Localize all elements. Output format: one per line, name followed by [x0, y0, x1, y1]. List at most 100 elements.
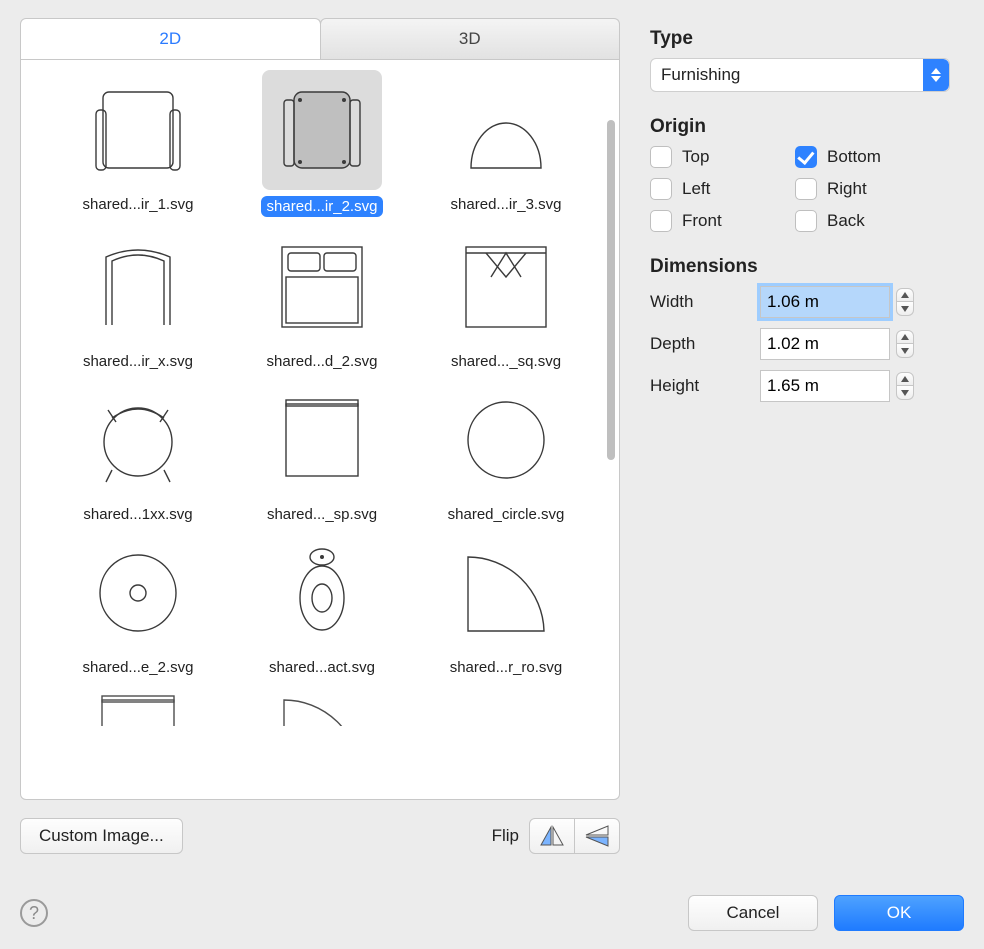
dimension-depth-label: Depth [650, 334, 760, 354]
ok-button[interactable]: OK [834, 895, 964, 931]
dimension-height-label: Height [650, 376, 760, 396]
origin-left-checkbox[interactable]: Left [650, 178, 775, 200]
origin-section: Origin Top Bottom Left Right Front Back [650, 116, 964, 232]
custom-image-label: Custom Image... [39, 826, 164, 845]
thumbnail [446, 70, 566, 190]
checkbox-icon [795, 178, 817, 200]
gallery-item[interactable]: shared...ir_3.svg [423, 70, 589, 217]
gallery-item-caption: shared...1xx.svg [83, 506, 192, 523]
gallery-item[interactable] [423, 686, 589, 726]
origin-bottom-label: Bottom [827, 147, 881, 167]
dimension-width-input[interactable] [760, 286, 890, 318]
dimension-depth-row: Depth [650, 328, 964, 360]
tab-content: shared...ir_1.svg shared...ir_2.svgshare… [20, 60, 620, 800]
thumbnail [262, 227, 382, 347]
origin-right-label: Right [827, 179, 867, 199]
origin-bottom-checkbox[interactable]: Bottom [795, 146, 920, 168]
checkbox-icon [650, 178, 672, 200]
thumbnail [262, 686, 382, 726]
right-column: Type Furnishing Origin Top Bottom Left Righ… [650, 18, 964, 877]
tab-3d-label: 3D [459, 29, 481, 48]
dimension-width-stepper[interactable] [896, 288, 914, 316]
gallery-item-caption: shared_circle.svg [448, 506, 565, 523]
dimension-height-row: Height [650, 370, 964, 402]
gallery-item[interactable]: shared..._sp.svg [239, 380, 405, 523]
flip-horizontal-button[interactable] [529, 818, 575, 854]
gallery-item[interactable]: shared...ir_1.svg [55, 70, 221, 217]
dimensions-label: Dimensions [650, 256, 964, 278]
dialog-root: 2D 3D shared...ir_1.svg shared...ir_2.sv… [0, 0, 984, 949]
footer: ? Cancel OK [20, 895, 964, 931]
gallery-item-caption: shared...d_2.svg [267, 353, 378, 370]
flip-label: Flip [492, 826, 519, 846]
stepper-down-icon [896, 344, 914, 358]
gallery-item[interactable]: shared_circle.svg [423, 380, 589, 523]
gallery-item[interactable]: shared...e_2.svg [55, 533, 221, 676]
gallery-item[interactable]: shared...ir_2.svg [239, 70, 405, 217]
gallery-item[interactable]: shared..._sq.svg [423, 227, 589, 370]
gallery-item-caption: shared...r_ro.svg [450, 659, 563, 676]
gallery-item-caption: shared...act.svg [269, 659, 375, 676]
thumbnail [78, 533, 198, 653]
type-label: Type [650, 28, 964, 50]
gallery-grid: shared...ir_1.svg shared...ir_2.svgshare… [55, 70, 585, 726]
dimension-depth-input[interactable] [760, 328, 890, 360]
stepper-down-icon [896, 302, 914, 316]
left-column: 2D 3D shared...ir_1.svg shared...ir_2.sv… [20, 18, 620, 877]
stepper-up-icon [896, 288, 914, 302]
scrollbar[interactable] [607, 120, 615, 460]
checkbox-icon [650, 146, 672, 168]
tab-bar: 2D 3D [20, 18, 620, 60]
dimension-height-stepper[interactable] [896, 372, 914, 400]
dimension-width-label: Width [650, 292, 760, 312]
custom-image-button[interactable]: Custom Image... [20, 818, 183, 854]
thumbnail [446, 533, 566, 653]
gallery-item[interactable] [55, 686, 221, 726]
gallery-item-caption: shared...ir_2.svg [261, 196, 384, 217]
thumbnail [262, 70, 382, 190]
gallery-item-caption: shared..._sp.svg [267, 506, 377, 523]
origin-back-checkbox[interactable]: Back [795, 210, 920, 232]
thumbnail [262, 533, 382, 653]
thumbnail [446, 686, 566, 726]
checkbox-icon [795, 146, 817, 168]
gallery-item[interactable]: shared...act.svg [239, 533, 405, 676]
gallery-item[interactable]: shared...r_ro.svg [423, 533, 589, 676]
origin-front-label: Front [682, 211, 722, 231]
dimension-width-row: Width [650, 286, 964, 318]
gallery-item[interactable]: shared...1xx.svg [55, 380, 221, 523]
thumbnail [446, 227, 566, 347]
origin-right-checkbox[interactable]: Right [795, 178, 920, 200]
help-button[interactable]: ? [20, 899, 48, 927]
cancel-label: Cancel [727, 903, 780, 922]
gallery-scroll[interactable]: shared...ir_1.svg shared...ir_2.svgshare… [21, 60, 619, 799]
gallery-item[interactable]: shared...d_2.svg [239, 227, 405, 370]
origin-grid: Top Bottom Left Right Front Back [650, 146, 920, 232]
tab-3d[interactable]: 3D [320, 18, 621, 59]
origin-front-checkbox[interactable]: Front [650, 210, 775, 232]
dimension-depth-stepper[interactable] [896, 330, 914, 358]
origin-top-checkbox[interactable]: Top [650, 146, 775, 168]
gallery-item-caption: shared..._sq.svg [451, 353, 561, 370]
origin-back-label: Back [827, 211, 865, 231]
origin-top-label: Top [682, 147, 709, 167]
dimensions-section: Dimensions Width Depth Height [650, 256, 964, 402]
thumbnail [78, 380, 198, 500]
type-select[interactable]: Furnishing [650, 58, 950, 92]
checkbox-icon [795, 210, 817, 232]
ok-label: OK [887, 903, 912, 922]
gallery-item[interactable] [239, 686, 405, 726]
origin-label: Origin [650, 116, 964, 138]
gallery-item[interactable]: shared...ir_x.svg [55, 227, 221, 370]
cancel-button[interactable]: Cancel [688, 895, 818, 931]
gallery-item-caption: shared...ir_1.svg [83, 196, 194, 213]
gallery-item-caption: shared...e_2.svg [83, 659, 194, 676]
gallery-item-caption: shared...ir_x.svg [83, 353, 193, 370]
stepper-down-icon [896, 386, 914, 400]
type-value: Furnishing [651, 65, 923, 85]
bottom-bar: Custom Image... Flip [20, 818, 620, 854]
gallery-item-caption: shared...ir_3.svg [451, 196, 562, 213]
flip-vertical-button[interactable] [574, 818, 620, 854]
dimension-height-input[interactable] [760, 370, 890, 402]
tab-2d[interactable]: 2D [20, 18, 321, 59]
